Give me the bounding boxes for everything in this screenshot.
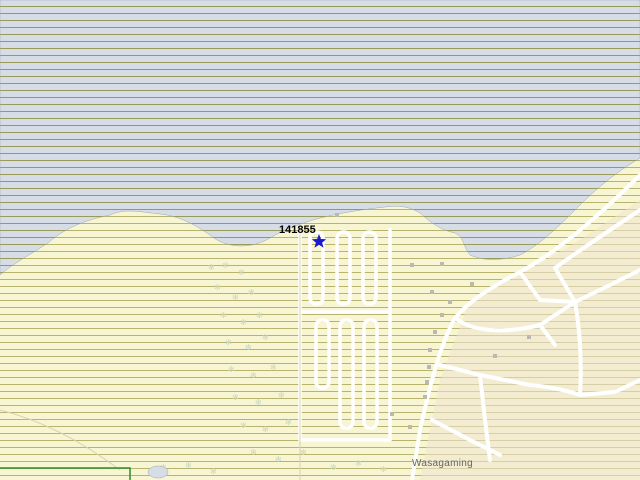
svg-text:✻: ✻ [250, 371, 257, 380]
svg-text:✻: ✻ [355, 459, 362, 468]
svg-text:✻: ✻ [238, 268, 245, 277]
marker-label: 141855 [279, 224, 316, 236]
svg-text:✻: ✻ [228, 365, 235, 374]
svg-text:✻: ✻ [275, 455, 282, 464]
svg-text:✻: ✻ [222, 261, 229, 270]
svg-text:✻: ✻ [270, 363, 277, 372]
svg-text:✻: ✻ [255, 398, 262, 407]
svg-text:✻: ✻ [225, 338, 232, 347]
svg-text:✻: ✻ [300, 448, 307, 457]
svg-text:✻: ✻ [285, 418, 292, 427]
pond [147, 465, 169, 479]
svg-text:✻: ✻ [240, 421, 247, 430]
svg-text:✻: ✻ [185, 461, 192, 470]
svg-text:✻: ✻ [262, 425, 269, 434]
svg-text:✻: ✻ [250, 448, 257, 457]
svg-text:✻: ✻ [220, 311, 227, 320]
svg-text:✻: ✻ [210, 467, 217, 476]
svg-text:✻: ✻ [240, 318, 247, 327]
svg-text:✻: ✻ [380, 465, 387, 474]
svg-text:✻: ✻ [278, 391, 285, 400]
svg-text:✻: ✻ [214, 283, 221, 292]
place-label: Wasagaming [412, 458, 473, 469]
svg-text:✻: ✻ [232, 393, 239, 402]
map-canvas[interactable]: ✻✻✻ ✻✻✻ ✻✻✻ ✻✻✻ ✻✻✻ ✻✻✻ ✻✻✻ ✻✻✻ ✻✻✻ ✻✻✻ [0, 0, 640, 480]
map-view[interactable]: ✻✻✻ ✻✻✻ ✻✻✻ ✻✻✻ ✻✻✻ ✻✻✻ ✻✻✻ ✻✻✻ ✻✻✻ ✻✻✻ … [0, 0, 640, 480]
svg-text:✻: ✻ [256, 311, 263, 320]
svg-text:✻: ✻ [232, 293, 239, 302]
svg-text:✻: ✻ [245, 343, 252, 352]
svg-text:✻: ✻ [262, 333, 269, 342]
svg-text:✻: ✻ [248, 288, 255, 297]
svg-text:✻: ✻ [208, 263, 215, 272]
svg-text:✻: ✻ [330, 463, 337, 472]
